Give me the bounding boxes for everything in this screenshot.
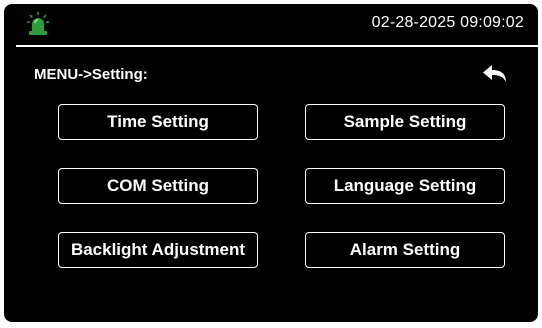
alarm-setting-button[interactable]: Alarm Setting [305, 232, 505, 268]
back-arrow-icon[interactable] [480, 60, 510, 86]
sample-setting-button[interactable]: Sample Setting [305, 104, 505, 140]
backlight-adjustment-button[interactable]: Backlight Adjustment [58, 232, 258, 268]
time-setting-button[interactable]: Time Setting [58, 104, 258, 140]
status-divider [16, 45, 538, 47]
status-bar: 02-28-2025 09:09:02 [4, 4, 538, 44]
device-screen: 02-28-2025 09:09:02 MENU->Setting: Time … [4, 4, 538, 322]
page-title: MENU->Setting: [34, 66, 148, 83]
datetime-display: 02-28-2025 09:09:02 [371, 14, 524, 31]
com-setting-button[interactable]: COM Setting [58, 168, 258, 204]
language-setting-button[interactable]: Language Setting [305, 168, 505, 204]
alarm-beacon-icon [27, 12, 49, 35]
